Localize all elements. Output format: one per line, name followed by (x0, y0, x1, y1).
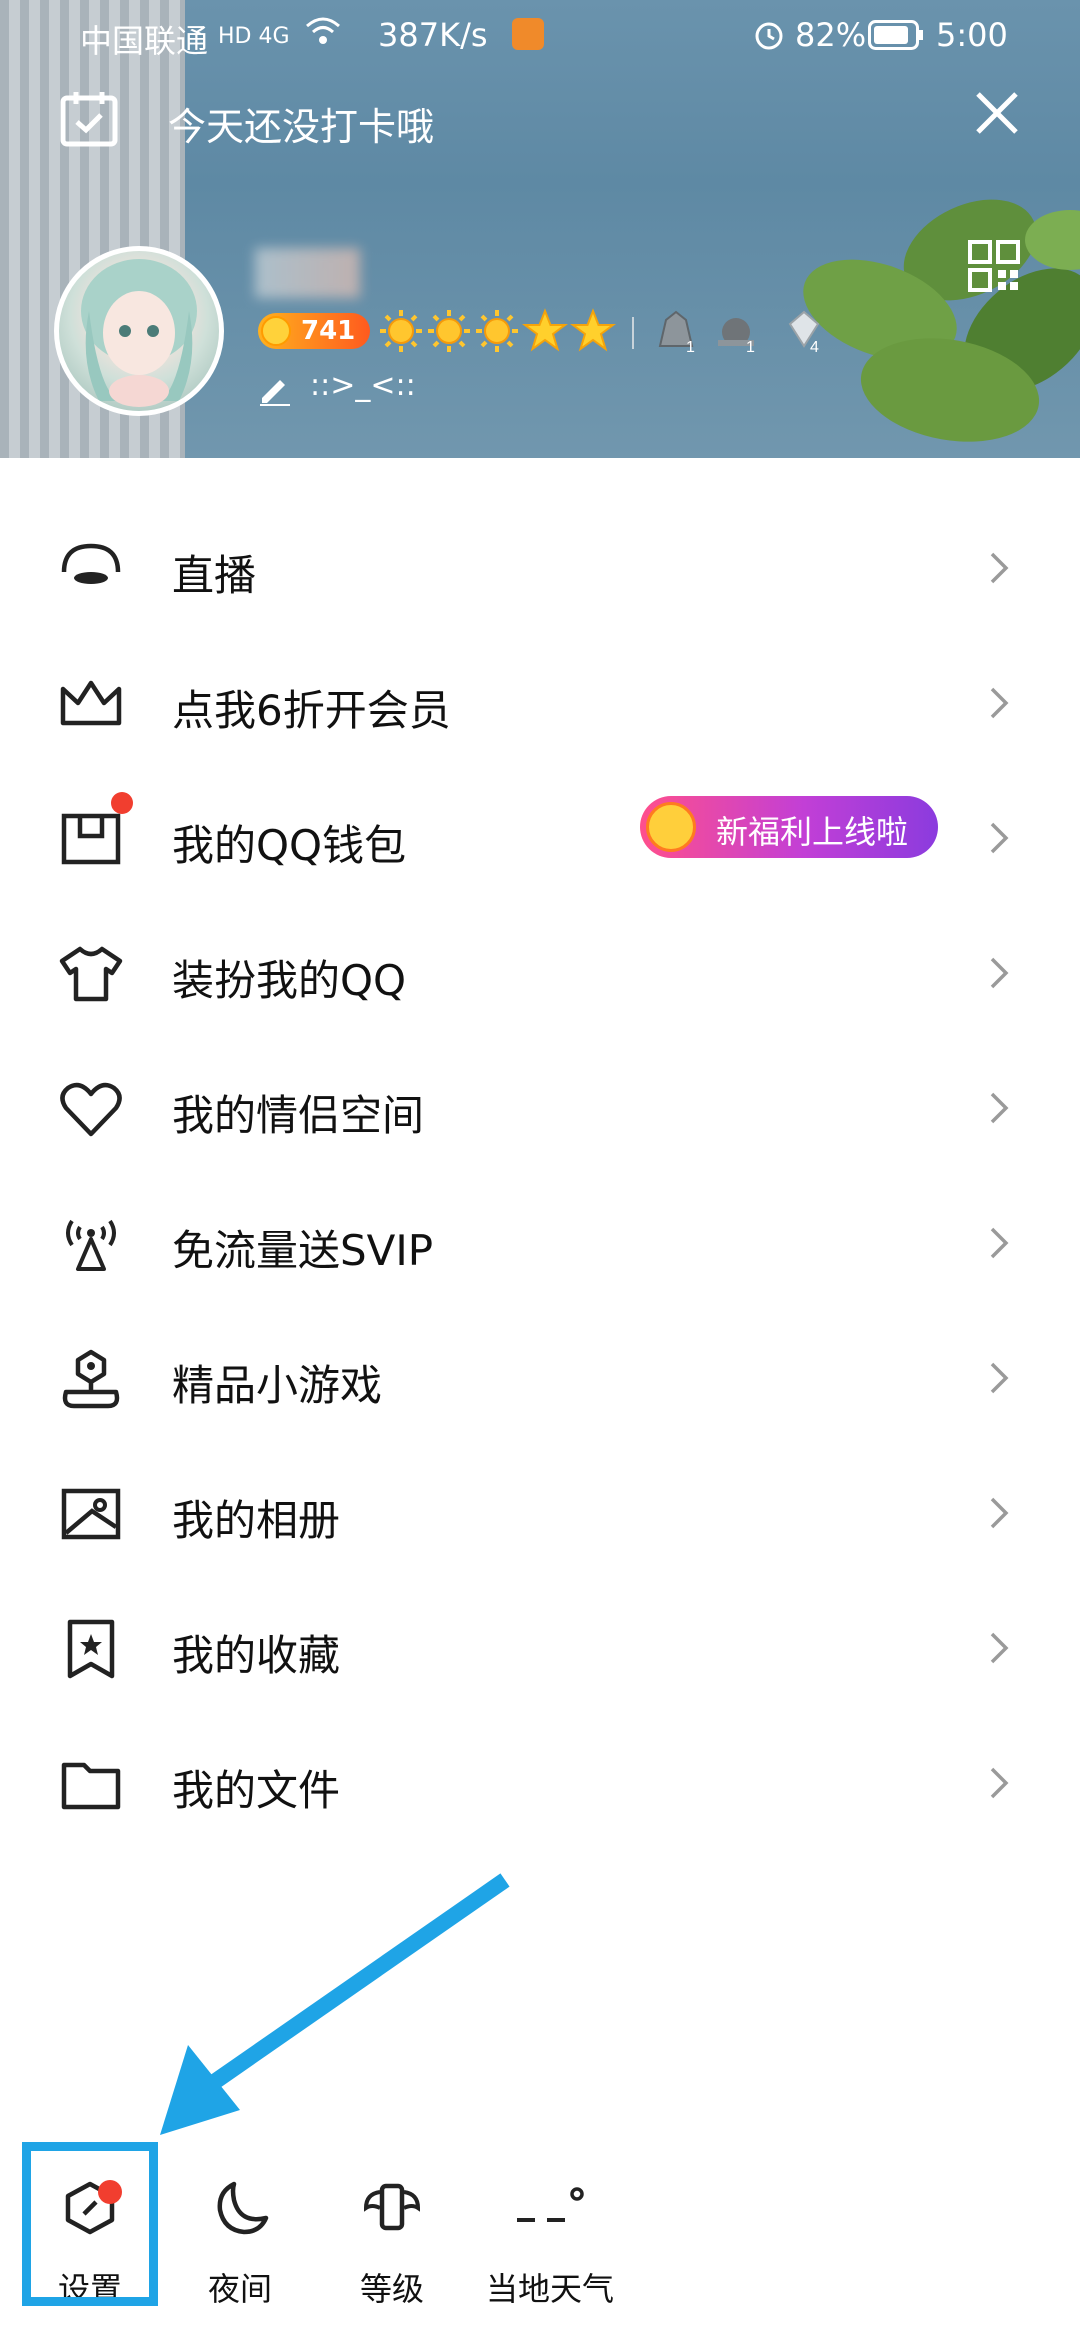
app-notification-icon (512, 18, 544, 50)
live-icon (61, 543, 121, 584)
chevron-right-icon (990, 1632, 1009, 1664)
medal-count: 1 (686, 339, 695, 354)
speed-text: 387K/s (378, 16, 488, 54)
menu-item-label: 直播 (172, 551, 257, 600)
menu-item-live[interactable]: 直播 (0, 500, 1080, 635)
menu-item-label: 我的相册 (172, 1496, 341, 1545)
network-text: HD 4G (218, 24, 290, 49)
weather-label: 当地天气 (485, 2270, 614, 2308)
antenna-icon (66, 1219, 116, 1271)
qr-code-icon[interactable] (968, 240, 1020, 292)
annotation-highlight-box (22, 2142, 158, 2306)
night-mode-button[interactable]: 夜间 (180, 2170, 300, 2320)
wallet-icon (61, 813, 121, 865)
avatar[interactable] (54, 246, 224, 416)
crown-icon (60, 680, 122, 726)
mole-medal-icon[interactable]: 1 (712, 306, 760, 354)
battery-icon (868, 20, 924, 58)
profile-header: 中国联通 HD 4G 387K/s 82% 5:00 今天还没打卡哦 741 1… (0, 0, 1080, 458)
menu-item-label: 免流量送SVIP (172, 1226, 434, 1275)
medal-count: 4 (810, 339, 819, 354)
diamond-medal-icon[interactable]: 4 (780, 306, 828, 354)
sun-level-icon (476, 310, 518, 352)
moon-icon (217, 2181, 269, 2235)
bookmark-icon (67, 1619, 115, 1679)
menu-item-label: 我的收藏 (172, 1631, 341, 1680)
level-label: 等级 (359, 2270, 424, 2308)
menu-item-couple[interactable]: 我的情侣空间 (0, 1040, 1080, 1175)
signature-text: ::>_<:: (310, 368, 416, 403)
chevron-right-icon (990, 552, 1009, 584)
badge-divider (632, 317, 634, 349)
coin-icon (261, 316, 291, 346)
menu-item-label: 精品小游戏 (172, 1361, 383, 1410)
promo-banner[interactable]: 新福利上线啦 (640, 796, 938, 858)
level-button[interactable]: 等级 (332, 2170, 452, 2320)
menu-item-vip[interactable]: 点我6折开会员 (0, 635, 1080, 770)
sun-level-icon (380, 310, 422, 352)
level-badge[interactable]: 741 (258, 313, 370, 349)
lucky-bag-icon (646, 802, 696, 852)
checkin-text[interactable]: 今天还没打卡哦 (168, 96, 434, 151)
wifi-icon (305, 16, 341, 54)
chevron-right-icon (990, 1362, 1009, 1394)
checkin-calendar-icon[interactable] (60, 90, 118, 148)
heart-icon (60, 1082, 122, 1137)
bottom-toolbar: 设置 夜间 等级 当地天气 (0, 2170, 1080, 2340)
nickname-blurred (255, 248, 360, 298)
menu-item-data-free[interactable]: 免流量送SVIP (0, 1175, 1080, 1310)
menu-item-label: 点我6折开会员 (172, 686, 451, 735)
level-number: 741 (301, 316, 356, 346)
weather-button[interactable]: 当地天气 (485, 2170, 615, 2320)
menu-item-label: 我的QQ钱包 (172, 821, 407, 870)
menu-item-games[interactable]: 精品小游戏 (0, 1310, 1080, 1445)
sun-level-icon (428, 310, 470, 352)
level-wings-icon (363, 2183, 421, 2231)
chevron-right-icon (990, 687, 1009, 719)
alarm-icon (752, 18, 786, 60)
close-icon[interactable] (970, 86, 1024, 140)
menu-item-favorites[interactable]: 我的收藏 (0, 1580, 1080, 1715)
night-label: 夜间 (207, 2270, 272, 2308)
menu-item-files[interactable]: 我的文件 (0, 1715, 1080, 1850)
menu-item-label: 装扮我的QQ (172, 956, 407, 1005)
chevron-right-icon (990, 1092, 1009, 1124)
chevron-right-icon (990, 822, 1009, 854)
battery-percent: 82% (795, 16, 867, 54)
chevron-right-icon (990, 1767, 1009, 1799)
star-level-icon (570, 308, 616, 352)
menu-item-wallet[interactable]: 我的QQ钱包 新福利上线啦 (0, 770, 1080, 905)
status-bar: 中国联通 HD 4G 387K/s 82% 5:00 (0, 0, 1080, 76)
chevron-right-icon (990, 1497, 1009, 1529)
tshirt-icon (59, 946, 123, 1002)
star-level-icon (522, 308, 568, 352)
menu-item-label: 我的情侣空间 (172, 1091, 425, 1140)
knight-medal-icon[interactable]: 1 (652, 306, 700, 354)
time-text: 5:00 (936, 16, 1008, 54)
game-icon (62, 1349, 120, 1409)
notification-dot (111, 792, 133, 814)
medal-count: 1 (746, 339, 755, 354)
chevron-right-icon (990, 957, 1009, 989)
album-icon (61, 1488, 121, 1540)
menu-item-album[interactable]: 我的相册 (0, 1445, 1080, 1580)
chevron-right-icon (990, 1227, 1009, 1259)
weather-placeholder-icon (517, 2187, 584, 2222)
carrier-text: 中国联通 (80, 22, 209, 60)
menu-item-label: 我的文件 (172, 1766, 341, 1815)
edit-pencil-icon[interactable] (258, 372, 292, 406)
avatar-illustration (81, 259, 197, 407)
menu-item-theme[interactable]: 装扮我的QQ (0, 905, 1080, 1040)
folder-icon (61, 1762, 121, 1810)
promo-text: 新福利上线啦 (716, 813, 909, 851)
